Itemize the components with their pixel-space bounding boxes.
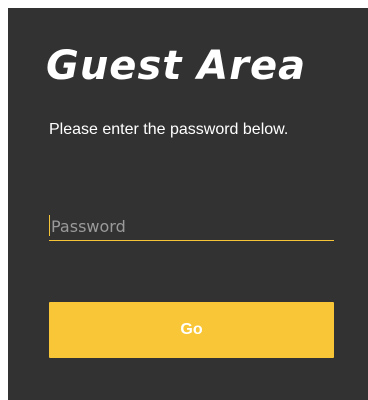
password-input[interactable] xyxy=(49,212,334,240)
go-button[interactable]: Go xyxy=(49,302,334,358)
login-panel: Guest Area Please enter the password bel… xyxy=(8,8,368,400)
page-title: Guest Area xyxy=(46,43,307,89)
password-field[interactable] xyxy=(49,212,334,241)
instructions-text: Please enter the password below. xyxy=(49,121,289,138)
